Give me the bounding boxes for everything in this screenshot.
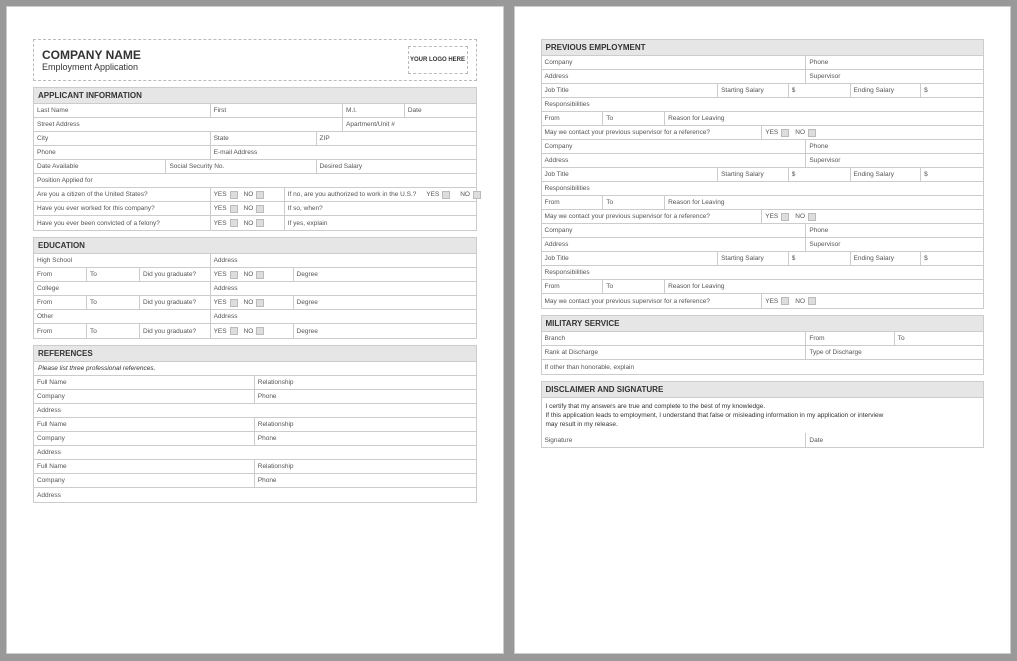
checkbox[interactable]: [230, 219, 238, 227]
checkbox[interactable]: [808, 129, 816, 137]
checkbox[interactable]: [230, 327, 238, 335]
company-name: COMPANY NAME: [42, 48, 141, 62]
section-title: REFERENCES: [34, 346, 476, 362]
checkbox[interactable]: [256, 299, 264, 307]
checkbox[interactable]: [256, 191, 264, 199]
checkbox[interactable]: [230, 299, 238, 307]
checkbox[interactable]: [781, 297, 789, 305]
label-state: State: [214, 135, 229, 142]
label-first: First: [214, 107, 227, 114]
disclaimer-text: I certify that my answers are true and c…: [542, 398, 984, 433]
checkbox[interactable]: [230, 271, 238, 279]
label-dateavail: Date Available: [37, 163, 78, 170]
checkbox[interactable]: [781, 213, 789, 221]
previous-employment-section: PREVIOUS EMPLOYMENT CompanyPhone Address…: [541, 39, 985, 309]
label-date: Date: [408, 107, 422, 114]
disclaimer-section: DISCLAIMER AND SIGNATURE I certify that …: [541, 381, 985, 448]
section-title: APPLICANT INFORMATION: [34, 88, 476, 104]
checkbox[interactable]: [256, 271, 264, 279]
checkbox[interactable]: [230, 205, 238, 213]
label-street: Street Address: [37, 121, 80, 128]
checkbox[interactable]: [442, 191, 450, 199]
label-phone: Phone: [37, 149, 56, 156]
applicant-section: APPLICANT INFORMATION Last Name First M.…: [33, 87, 477, 231]
label-lastname: Last Name: [37, 107, 68, 114]
label-workedbefore: Have you ever worked for this company?: [37, 205, 155, 212]
label-salary: Desired Salary: [320, 163, 363, 170]
logo-placeholder: YOUR LOGO HERE: [408, 46, 468, 74]
label-address: Address: [214, 257, 238, 264]
section-title: DISCLAIMER AND SIGNATURE: [542, 382, 984, 398]
label-mi: M.I.: [346, 107, 357, 114]
section-title: MILITARY SERVICE: [542, 316, 984, 332]
label-position: Position Applied for: [37, 177, 93, 184]
checkbox[interactable]: [256, 219, 264, 227]
label-highschool: High School: [37, 257, 72, 264]
checkbox[interactable]: [808, 213, 816, 221]
section-title: EDUCATION: [34, 238, 476, 254]
page-2: PREVIOUS EMPLOYMENT CompanyPhone Address…: [514, 6, 1012, 654]
checkbox[interactable]: [256, 327, 264, 335]
checkbox[interactable]: [256, 205, 264, 213]
refs-note: Please list three professional reference…: [34, 362, 476, 376]
section-title: PREVIOUS EMPLOYMENT: [542, 40, 984, 56]
label-ifsowhen: If so, when?: [288, 205, 323, 212]
label-zip: ZIP: [320, 135, 330, 142]
military-section: MILITARY SERVICE BranchFromTo Rank at Di…: [541, 315, 985, 375]
label-ssn: Social Security No.: [169, 163, 224, 170]
label-email: E-mail Address: [214, 149, 258, 156]
checkbox[interactable]: [473, 191, 481, 199]
label-ifyesexplain: If yes, explain: [288, 220, 328, 227]
label-felony: Have you ever been convicted of a felony…: [37, 220, 160, 227]
checkbox[interactable]: [808, 297, 816, 305]
label-citizen: Are you a citizen of the United States?: [37, 191, 148, 198]
form-subtitle: Employment Application: [42, 62, 141, 72]
label-apt: Apartment/Unit #: [346, 121, 395, 128]
checkbox[interactable]: [781, 129, 789, 137]
label-authorized: If no, are you authorized to work in the…: [288, 191, 417, 198]
references-section: REFERENCES Please list three professiona…: [33, 345, 477, 503]
checkbox[interactable]: [230, 191, 238, 199]
label-city: City: [37, 135, 48, 142]
form-header: COMPANY NAME Employment Application YOUR…: [33, 39, 477, 81]
education-section: EDUCATION High School Address From To Di…: [33, 237, 477, 339]
page-1: COMPANY NAME Employment Application YOUR…: [6, 6, 504, 654]
